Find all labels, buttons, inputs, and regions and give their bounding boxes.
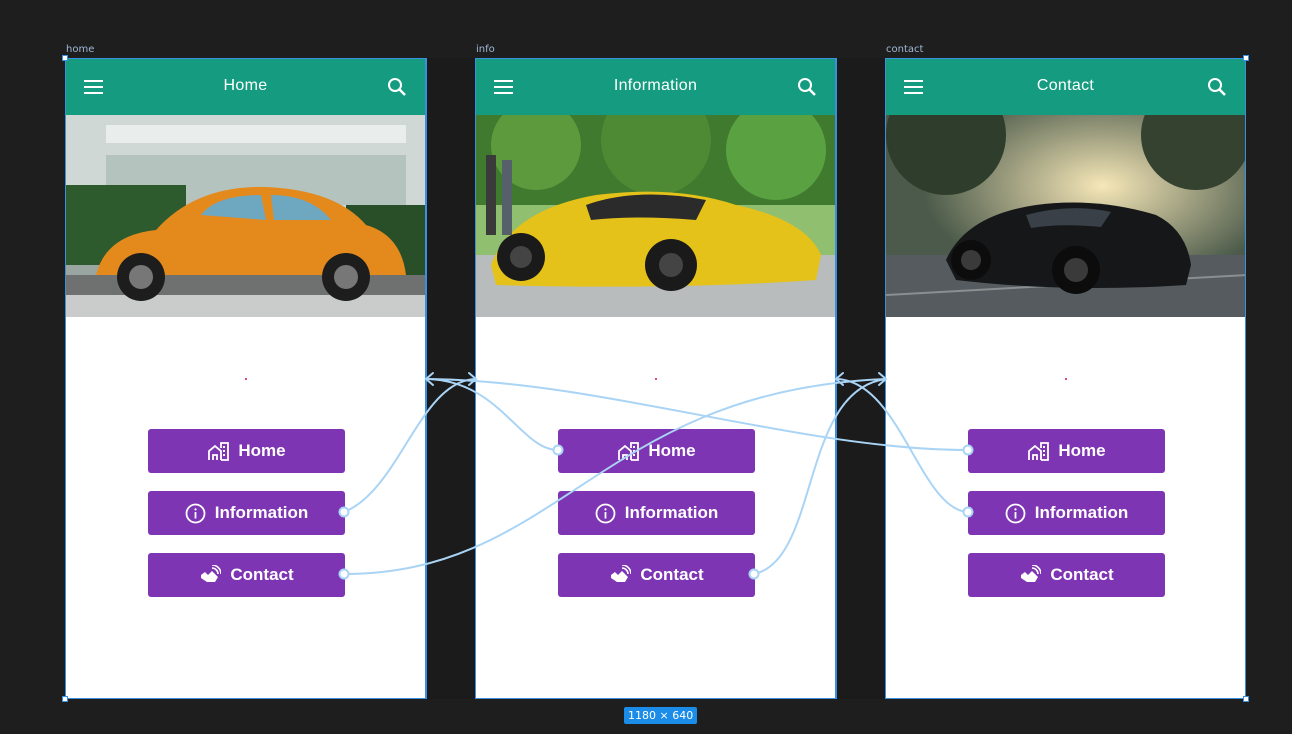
information-button[interactable]: Information	[968, 491, 1165, 535]
frame-contact[interactable]: Contact Home Information Contact	[885, 58, 1246, 699]
selection-handle[interactable]	[62, 696, 68, 702]
hero-image-yellow-lamborghini	[476, 115, 835, 317]
frame-label-info[interactable]: info	[476, 44, 495, 55]
page-title: Home	[223, 77, 268, 94]
page-title: Information	[613, 77, 698, 94]
button-label: Contact	[640, 565, 704, 584]
home-city-icon	[618, 442, 640, 461]
search-icon[interactable]	[387, 77, 407, 97]
info-circle-icon	[1005, 503, 1026, 523]
hero-image-orange-beetle	[66, 115, 425, 317]
button-label: Home	[648, 441, 696, 460]
search-icon[interactable]	[1207, 77, 1227, 97]
button-label: Contact	[230, 565, 294, 584]
button-label: Home	[238, 441, 286, 460]
hero-image-black-mustang	[886, 115, 1245, 317]
selection-handle[interactable]	[1243, 55, 1249, 61]
contactless-icon	[611, 565, 632, 582]
selection-handle[interactable]	[1243, 696, 1249, 702]
placeholder-dot	[1065, 378, 1067, 380]
app-bar: Home	[66, 59, 425, 115]
frame-info[interactable]: Information Home Information Contact	[475, 58, 836, 699]
frame-home[interactable]: Home Home Information Contact	[65, 58, 426, 699]
search-icon[interactable]	[797, 77, 817, 97]
home-city-icon	[1028, 442, 1050, 461]
home-button[interactable]: Home	[968, 429, 1165, 473]
button-label: Home	[1058, 441, 1106, 460]
frame-label-home[interactable]: home	[66, 44, 94, 55]
button-label: Contact	[1050, 565, 1114, 584]
app-bar: Contact	[886, 59, 1245, 115]
frame-gap	[836, 58, 886, 699]
selection-handle[interactable]	[62, 55, 68, 61]
home-city-icon	[208, 442, 230, 461]
button-label: Information	[1034, 503, 1129, 522]
frame-label-contact[interactable]: contact	[886, 44, 923, 55]
contact-button[interactable]: Contact	[968, 553, 1165, 597]
frame-gap	[426, 58, 476, 699]
information-button[interactable]: Information	[558, 491, 755, 535]
contactless-icon	[1021, 565, 1042, 582]
placeholder-dot	[245, 378, 247, 380]
page-title: Contact	[1036, 77, 1095, 94]
home-button[interactable]: Home	[148, 429, 345, 473]
info-circle-icon	[595, 503, 616, 523]
placeholder-dot	[655, 378, 657, 380]
contact-button[interactable]: Contact	[558, 553, 755, 597]
contact-button[interactable]: Contact	[148, 553, 345, 597]
home-button[interactable]: Home	[558, 429, 755, 473]
button-label: Information	[624, 503, 719, 522]
information-button[interactable]: Information	[148, 491, 345, 535]
app-bar: Information	[476, 59, 835, 115]
contactless-icon	[201, 565, 222, 582]
button-label: Information	[214, 503, 309, 522]
selection-size-badge: 1180 × 640	[624, 707, 698, 724]
info-circle-icon	[185, 503, 206, 523]
